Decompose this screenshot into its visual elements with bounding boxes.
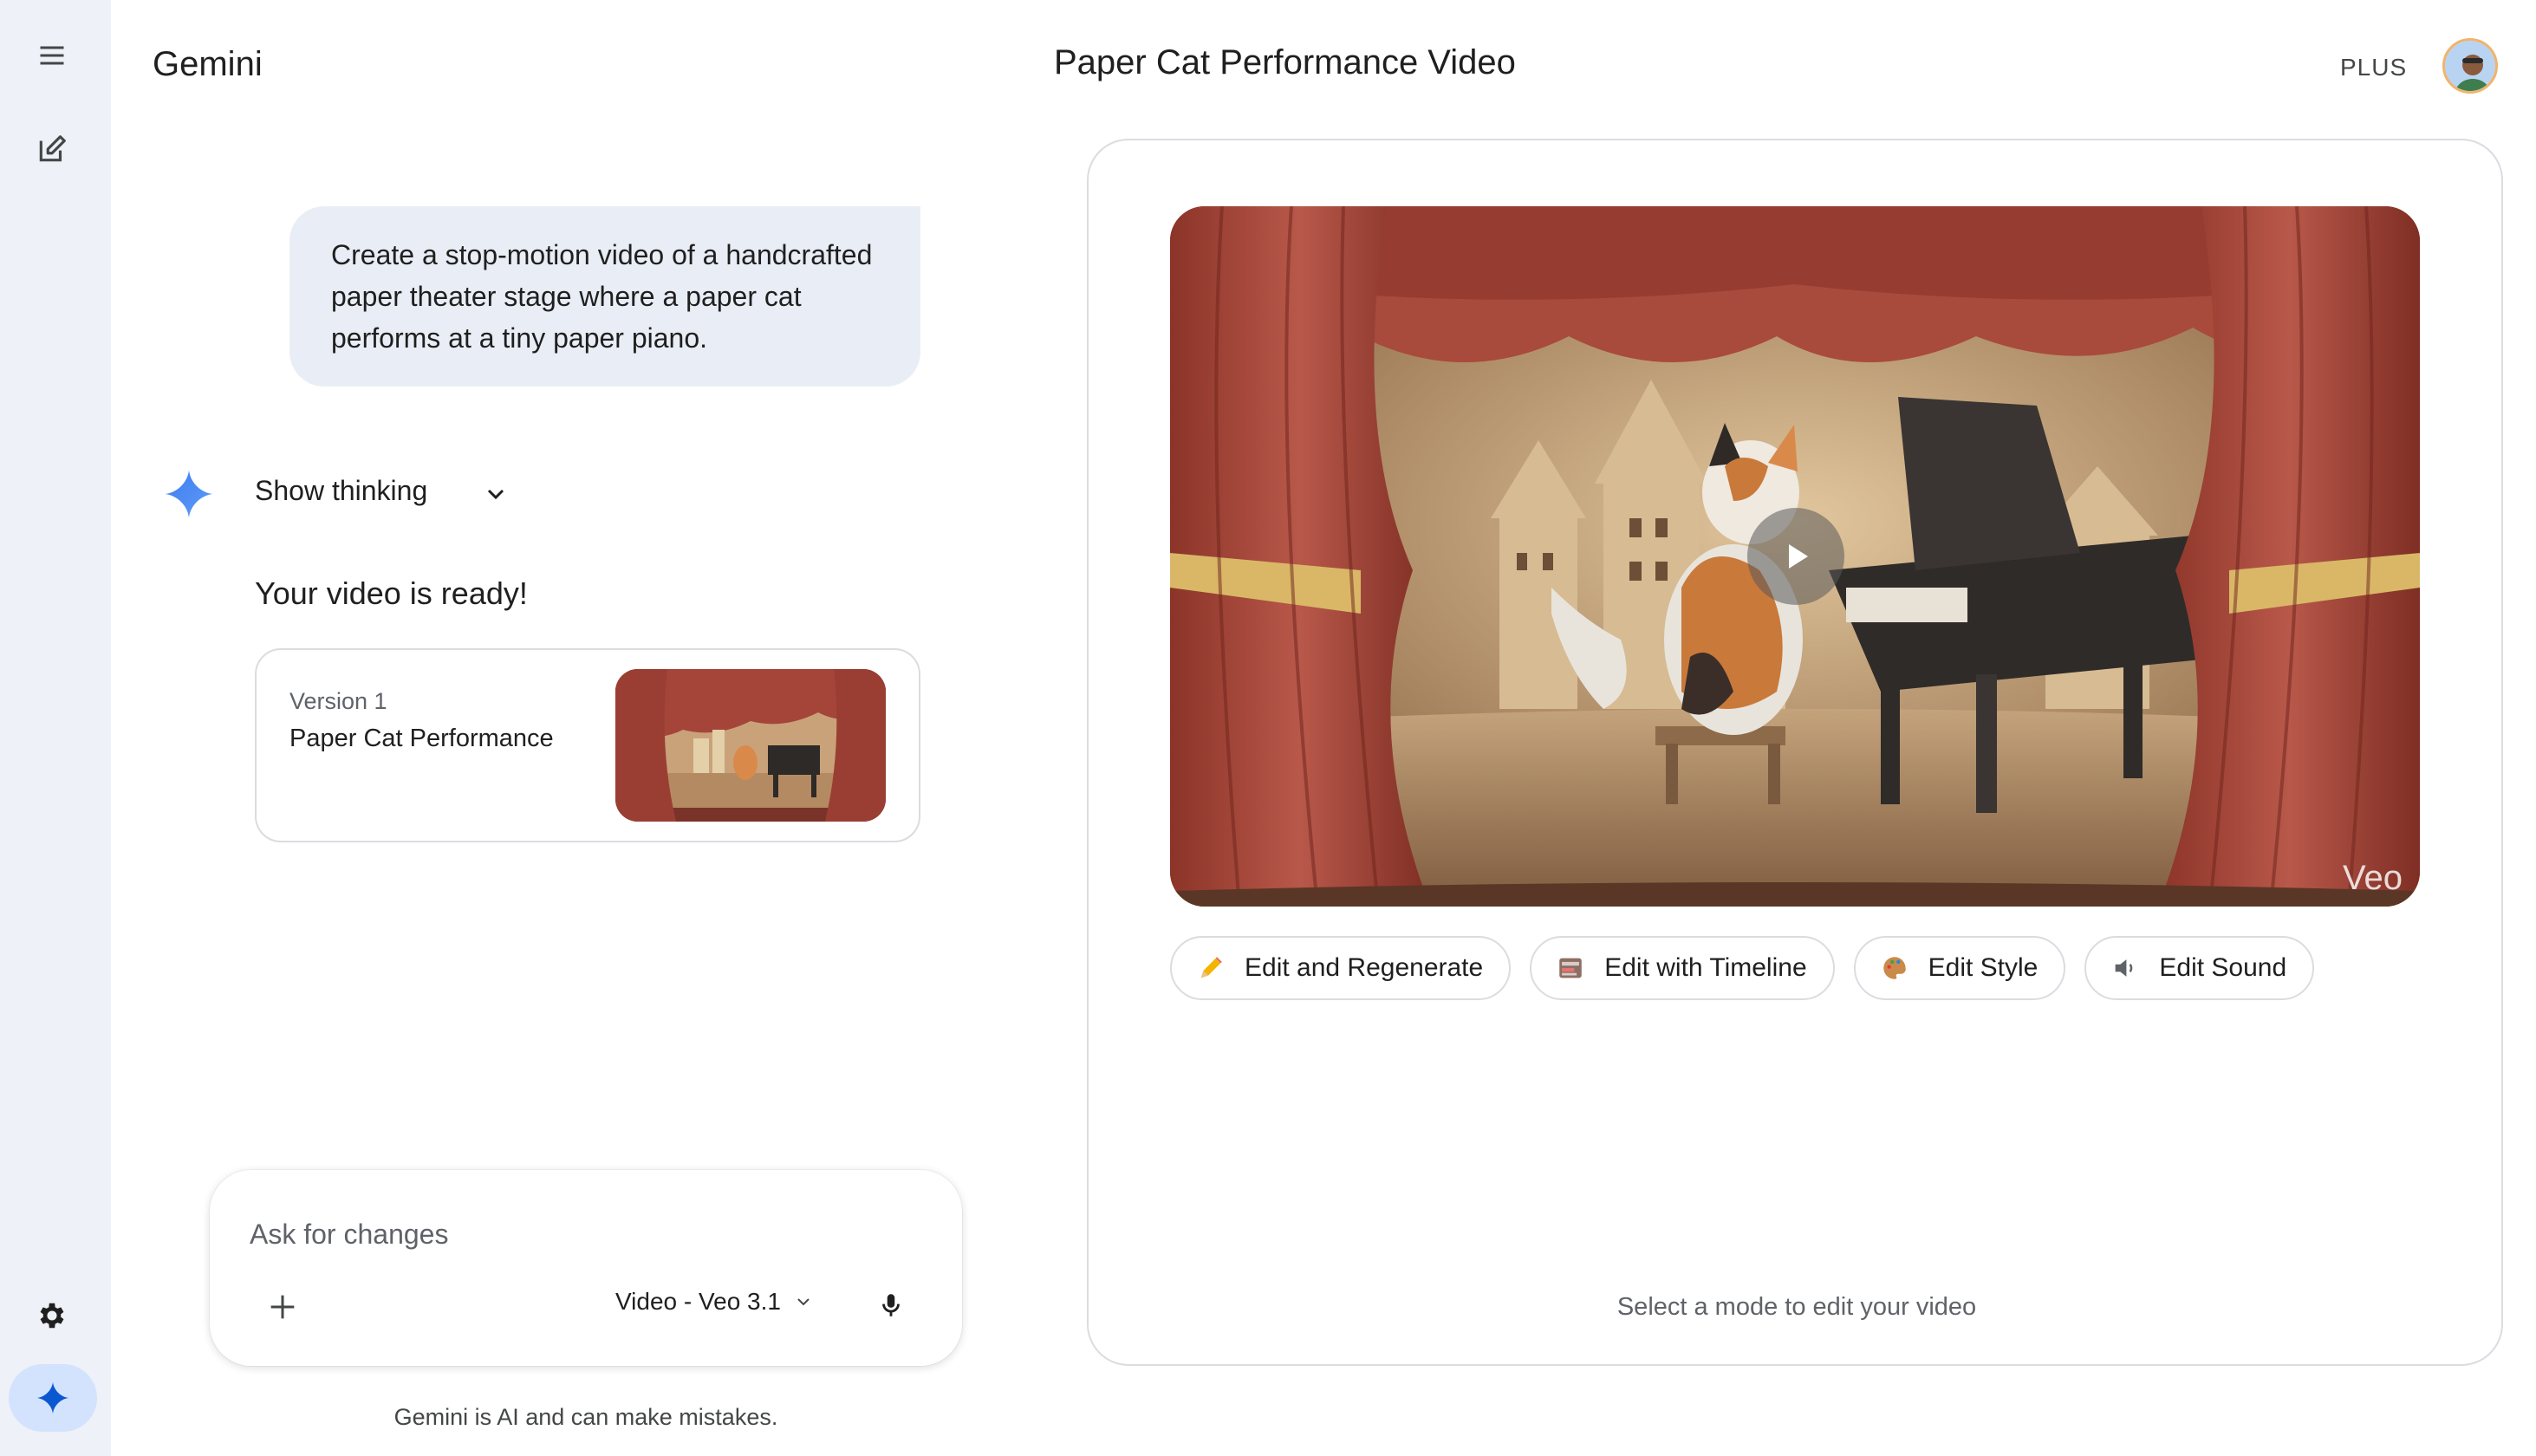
edit-and-regenerate-label: Edit and Regenerate (1245, 953, 1484, 982)
gear-icon (40, 1303, 64, 1329)
avatar[interactable] (2442, 38, 2498, 94)
disclaimer: Gemini is AI and can make mistakes. (393, 1404, 778, 1430)
add-attachment-button[interactable] (260, 1284, 305, 1329)
palette-icon (1882, 957, 1906, 979)
gemini-sparkle-icon (165, 470, 213, 518)
edit-style-button[interactable]: Edit Style (1853, 936, 2066, 1000)
user-prompt-bubble: Create a stop-motion video of a handcraf… (289, 206, 920, 387)
edit-with-timeline-label: Edit with Timeline (1604, 953, 1807, 982)
prompt-input[interactable] (250, 1215, 856, 1253)
response-text: Your video is ready! (255, 575, 528, 611)
version-title: Paper Cat Performance (289, 725, 554, 752)
chevron-down-icon[interactable] (480, 480, 511, 508)
panel-title: Paper Cat Performance Video (1054, 43, 1516, 81)
timeline-icon (1559, 958, 1582, 978)
edit-and-regenerate-button[interactable]: Edit and Regenerate (1170, 936, 1512, 1000)
edit-with-timeline-button[interactable]: Edit with Timeline (1530, 936, 1835, 1000)
video-panel: Veo Edit and Regenerate Edit with Timeli… (1087, 139, 2503, 1366)
microphone-icon (882, 1294, 900, 1316)
edit-sound-button[interactable]: Edit Sound (2084, 936, 2315, 1000)
version-card[interactable]: Version 1 Paper Cat Performance (255, 648, 920, 842)
chevron-down-icon (797, 1298, 810, 1306)
new-chat-button[interactable] (21, 118, 83, 180)
edit-sound-label: Edit Sound (2159, 953, 2287, 982)
pencil-icon (1200, 957, 1222, 978)
new-chat-icon (39, 135, 66, 162)
version-label: Version 1 (289, 688, 387, 714)
speaker-icon (2116, 959, 2133, 977)
side-rail (0, 0, 111, 1456)
hamburger-menu-icon (40, 46, 64, 65)
app-title: Gemini (153, 45, 263, 83)
video-player[interactable]: Veo (1170, 206, 2420, 907)
avatar-image (2445, 41, 2495, 91)
microphone-button[interactable] (868, 1283, 914, 1328)
play-button[interactable] (1747, 508, 1844, 605)
plan-badge: PLUS (2340, 54, 2408, 81)
play-icon (1789, 544, 1808, 569)
prompt-input-box: Video - Veo 3.1 (210, 1170, 962, 1366)
menu-button[interactable] (21, 24, 83, 87)
edit-mode-row: Edit and Regenerate Edit with Timeline E… (1170, 936, 2315, 1000)
model-label: Video - Veo 3.1 (615, 1288, 781, 1315)
edit-hint: Select a mode to edit your video (1616, 1293, 1977, 1321)
settings-button[interactable] (21, 1284, 83, 1347)
veo-watermark: Veo (2343, 859, 2403, 897)
plus-icon (270, 1295, 295, 1319)
model-selector[interactable]: Video - Veo 3.1 (615, 1288, 814, 1316)
edit-style-label: Edit Style (1928, 953, 2039, 982)
video-thumbnail (615, 669, 886, 822)
show-thinking-toggle[interactable]: Show thinking (255, 475, 427, 507)
